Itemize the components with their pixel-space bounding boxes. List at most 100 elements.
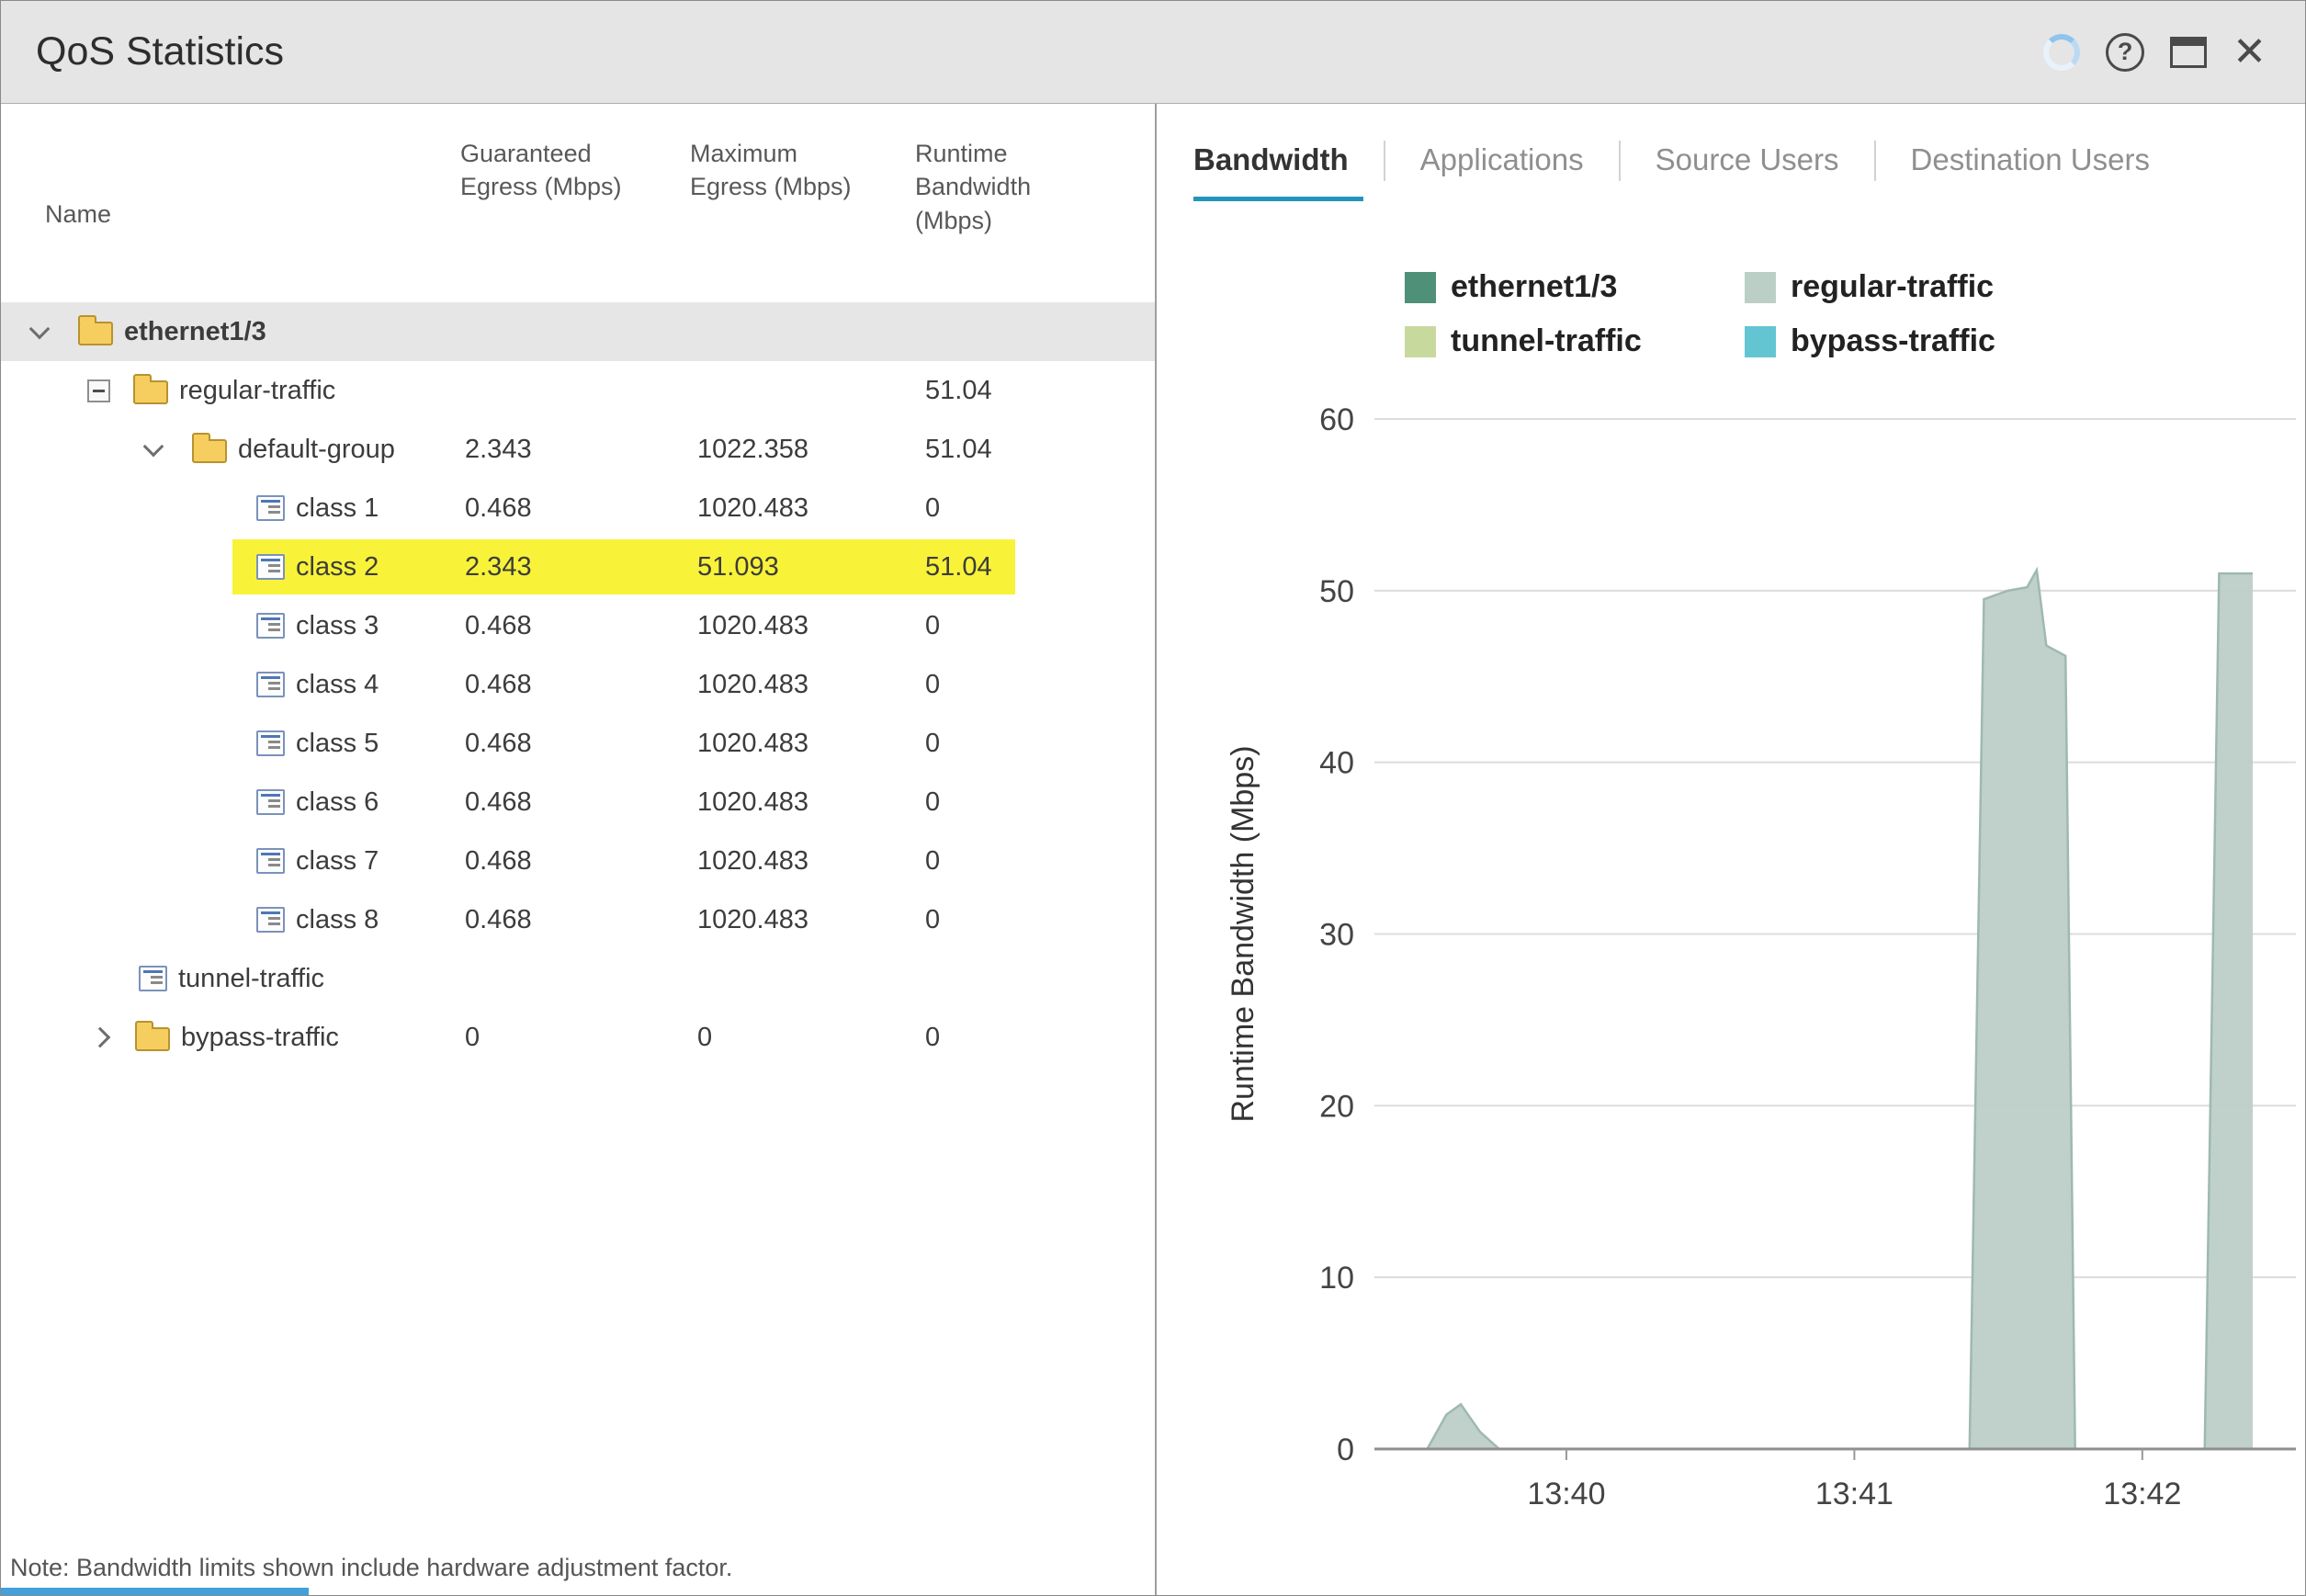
svg-text:Runtime Bandwidth (Mbps): Runtime Bandwidth (Mbps) (1226, 745, 1260, 1122)
cell-maximum: 1020.483 (690, 493, 915, 524)
cell-guaranteed: 0.468 (460, 846, 690, 877)
titlebar-icons: ? ✕ (2043, 32, 2266, 73)
column-header-maximum-egress: Maximum Egress (Mbps) (690, 137, 915, 237)
legend-item: tunnel-traffic (1405, 323, 1745, 359)
table-row[interactable]: class 60.4681020.4830 (1, 773, 1155, 832)
column-header-guaranteed-egress: Guaranteed Egress (Mbps) (460, 137, 690, 237)
table-row[interactable]: class 80.4681020.4830 (1, 890, 1155, 949)
row-label: class 1 (296, 493, 379, 524)
legend-item: ethernet1/3 (1405, 269, 1745, 305)
table-row[interactable]: class 7 0.4681020.4830 (1, 832, 1155, 890)
table-header: Name Guaranteed Egress (Mbps) Maximum Eg… (1, 104, 1155, 237)
svg-text:13:41: 13:41 (1815, 1477, 1893, 1511)
cell-runtime: 0 (915, 787, 1136, 818)
table-row[interactable]: default-group2.3431022.35851.04 (1, 420, 1155, 479)
cell-guaranteed: 0.468 (460, 787, 690, 818)
cell-guaranteed: 2.343 (460, 435, 690, 465)
qos-class-icon (256, 730, 285, 756)
chevron-down-icon[interactable] (141, 445, 192, 454)
legend-label: ethernet1/3 (1451, 269, 1617, 305)
chevron-down-icon[interactable] (27, 327, 78, 336)
cell-guaranteed: 0 (460, 1023, 690, 1053)
bandwidth-chart: 010203040506013:4013:4113:42Runtime Band… (1157, 370, 2305, 1588)
row-name-cell: default-group (1, 435, 460, 465)
svg-text:13:42: 13:42 (2103, 1477, 2181, 1511)
table-row[interactable]: class 50.4681020.4830 (1, 714, 1155, 773)
table-row[interactable]: ethernet1/3 (1, 302, 1155, 361)
table-row[interactable]: class 30.4681020.4830 (1, 596, 1155, 655)
table-row[interactable]: regular-traffic 51.04 (1, 361, 1155, 420)
row-label: class 8 (296, 905, 379, 935)
row-label: class 5 (296, 729, 379, 759)
close-icon[interactable]: ✕ (2233, 32, 2266, 73)
row-label: class 7 (296, 846, 379, 877)
row-name-cell: class 6 (1, 787, 460, 818)
tab-applications[interactable]: Applications (1385, 137, 1619, 201)
cell-maximum: 1020.483 (690, 670, 915, 700)
row-label: default-group (238, 435, 395, 465)
row-label: bypass-traffic (181, 1023, 339, 1053)
row-name-cell: class 5 (1, 729, 460, 759)
chart-legend: ethernet1/3 regular-traffic tunnel-traffic… (1405, 269, 1995, 359)
maximize-icon[interactable] (2170, 37, 2207, 68)
cell-runtime: 0 (915, 493, 1136, 524)
row-label: regular-traffic (179, 376, 335, 406)
table-row[interactable]: bypass-traffic000 (1, 1008, 1155, 1067)
cell-maximum: 1022.358 (690, 435, 915, 465)
cell-guaranteed: 0.468 (460, 905, 690, 935)
legend-label: regular-traffic (1791, 269, 1994, 305)
cell-guaranteed: 0.468 (460, 611, 690, 641)
tab-bandwidth[interactable]: Bandwidth (1193, 137, 1384, 201)
row-label: class 3 (296, 611, 379, 641)
cell-maximum: 1020.483 (690, 729, 915, 759)
cell-runtime: 51.04 (915, 552, 1136, 583)
row-name-cell: class 2 (1, 552, 460, 583)
cell-runtime: 0 (915, 846, 1136, 877)
cell-runtime: 51.04 (915, 376, 1136, 406)
legend-swatch (1745, 326, 1776, 357)
qos-class-icon (256, 848, 285, 874)
window-title: QoS Statistics (36, 29, 284, 74)
legend-label: tunnel-traffic (1451, 323, 1642, 359)
qos-class-icon (256, 554, 285, 580)
cell-runtime: 0 (915, 729, 1136, 759)
row-label: class 6 (296, 787, 379, 818)
minus-box-icon[interactable] (82, 379, 133, 402)
horizontal-scrollbar[interactable] (1, 1588, 309, 1596)
legend-swatch (1745, 272, 1776, 303)
folder-icon (135, 1027, 170, 1051)
table-row[interactable]: tunnel-traffic (1, 949, 1155, 1008)
cell-maximum: 0 (690, 1023, 915, 1053)
qos-class-icon (256, 495, 285, 521)
help-glyph: ? (2118, 38, 2133, 66)
help-icon[interactable]: ? (2106, 33, 2144, 72)
legend-item: bypass-traffic (1745, 323, 1995, 359)
table-row[interactable]: class 40.4681020.4830 (1, 655, 1155, 714)
table-row[interactable]: class 10.4681020.4830 (1, 479, 1155, 538)
table-note: Note: Bandwidth limits shown include har… (10, 1554, 732, 1582)
qos-class-icon (256, 789, 285, 815)
cell-runtime: 0 (915, 670, 1136, 700)
chart-panel: BandwidthApplicationsSource UsersDestina… (1157, 104, 2305, 1596)
table-row[interactable]: class 22.34351.09351.04 (1, 538, 1155, 596)
svg-text:0: 0 (1337, 1432, 1354, 1467)
svg-text:30: 30 (1319, 918, 1354, 953)
tab-destination-users[interactable]: Destination Users (1876, 137, 2185, 201)
row-name-cell: regular-traffic (1, 376, 460, 406)
cell-maximum: 51.093 (690, 552, 915, 583)
qos-class-icon (256, 672, 285, 697)
tab-bar: BandwidthApplicationsSource UsersDestina… (1193, 137, 2185, 201)
svg-text:20: 20 (1319, 1089, 1354, 1124)
qos-class-icon (256, 907, 285, 933)
legend-item: regular-traffic (1745, 269, 1995, 305)
tab-source-users[interactable]: Source Users (1621, 137, 1874, 201)
svg-text:60: 60 (1319, 402, 1354, 437)
chevron-right-icon[interactable] (84, 1030, 135, 1045)
row-label: class 2 (296, 552, 379, 583)
folder-icon (133, 380, 168, 404)
legend-swatch (1405, 272, 1436, 303)
loading-spinner-icon (2043, 34, 2080, 71)
folder-icon (78, 322, 113, 345)
cell-maximum: 1020.483 (690, 611, 915, 641)
cell-maximum: 1020.483 (690, 846, 915, 877)
